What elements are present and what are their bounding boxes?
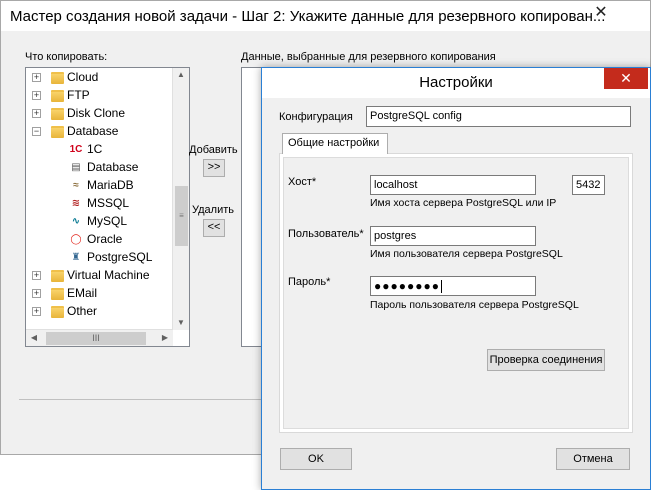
tree-item-label: MSSQL xyxy=(87,196,130,210)
config-input[interactable]: PostgreSQL config xyxy=(366,106,631,127)
password-input[interactable]: ●●●●●●●● xyxy=(370,276,536,296)
user-hint: Имя пользователя сервера PostgreSQL xyxy=(370,248,563,260)
scroll-down-icon[interactable]: ▼ xyxy=(174,316,188,330)
expand-icon[interactable]: + xyxy=(32,73,41,82)
mssql-icon: ≋ xyxy=(71,198,81,209)
wizard-title: Мастер создания новой задачи - Шаг 2: Ук… xyxy=(10,8,606,25)
dialog-close-icon[interactable]: ✕ xyxy=(604,68,648,89)
host-hint: Имя хоста сервера PostgreSQL или IP xyxy=(370,197,557,209)
scroll-left-icon[interactable]: ◀ xyxy=(27,331,41,345)
remove-button[interactable]: << xyxy=(203,219,225,237)
expand-icon[interactable]: + xyxy=(32,289,41,298)
expand-icon[interactable]: + xyxy=(32,271,41,280)
wizard-close-icon[interactable]: ✕ xyxy=(590,3,612,23)
folder-icon xyxy=(51,306,64,318)
general-settings-content: Хост* localhost 5432 Имя хоста сервера P… xyxy=(283,157,629,429)
general-settings-panel: Хост* localhost 5432 Имя хоста сервера P… xyxy=(279,153,633,433)
mariadb-icon: ≈ xyxy=(73,180,79,191)
tree-item-label: 1C xyxy=(87,142,103,156)
ok-button[interactable]: OK xyxy=(280,448,352,470)
folder-icon xyxy=(51,288,64,300)
tree-item-label: Database xyxy=(87,160,139,174)
folder-icon xyxy=(51,270,64,282)
folder-icon xyxy=(51,108,64,120)
tree-item-label: Database xyxy=(67,124,119,138)
oracle-icon: ◯ xyxy=(70,234,82,245)
source-tree[interactable]: + Cloud + FTP + Disk Clone − Database 1С 1C ▤ Datab… xyxy=(25,67,190,347)
tree-item-label: EMail xyxy=(67,286,98,300)
tree-horizontal-scrollbar[interactable]: ◀ III ▶ xyxy=(26,329,173,346)
tree-item-label: Cloud xyxy=(67,70,99,84)
collapse-icon[interactable]: − xyxy=(32,127,41,136)
wizard-title-bar: Мастер создания новой задачи - Шаг 2: Ук… xyxy=(1,1,650,31)
user-input[interactable]: postgres xyxy=(370,226,536,246)
scroll-up-icon[interactable]: ▲ xyxy=(174,68,188,82)
text-caret xyxy=(440,280,442,294)
folder-icon xyxy=(51,90,64,102)
host-input[interactable]: localhost xyxy=(370,175,536,195)
tree-item-label: MariaDB xyxy=(87,178,134,192)
mysql-icon: ∿ xyxy=(71,216,81,227)
tree-item-label: MySQL xyxy=(87,214,128,228)
config-label: Конфигурация xyxy=(279,111,353,123)
expand-icon[interactable]: + xyxy=(32,109,41,118)
folder-icon xyxy=(51,72,64,84)
password-hint: Пароль пользователя сервера PostgreSQL xyxy=(370,299,579,311)
tree-item-label: Oracle xyxy=(87,232,123,246)
scroll-right-icon[interactable]: ▶ xyxy=(158,331,172,345)
postgresql-icon: ♜ xyxy=(71,252,81,263)
remove-label: Удалить xyxy=(192,204,234,216)
tree-item-label: FTP xyxy=(67,88,90,102)
wizard-separator xyxy=(19,399,269,400)
1c-icon: 1С xyxy=(69,144,83,155)
settings-dialog: Настройки ✕ Конфигурация PostgreSQL conf… xyxy=(261,67,651,490)
cancel-button[interactable]: Отмена xyxy=(556,448,630,470)
dialog-title-bar: Настройки ✕ xyxy=(262,68,650,98)
tree-vertical-scrollbar[interactable]: ▲ ≡ ▼ xyxy=(172,68,189,330)
test-connection-button[interactable]: Проверка соединения xyxy=(487,349,605,371)
tab-general-settings[interactable]: Общие настройки xyxy=(282,133,388,154)
expand-icon[interactable]: + xyxy=(32,307,41,316)
database-icon: ▤ xyxy=(71,162,81,173)
folder-icon xyxy=(51,126,64,138)
tree-item-label: PostgreSQL xyxy=(87,250,153,264)
port-input[interactable]: 5432 xyxy=(572,175,605,195)
password-label: Пароль* xyxy=(288,276,331,288)
source-label: Что копировать: xyxy=(25,51,108,63)
user-label: Пользователь* xyxy=(288,228,364,240)
expand-icon[interactable]: + xyxy=(32,91,41,100)
tree-item-label: Other xyxy=(67,304,98,318)
host-label: Хост* xyxy=(288,176,317,188)
tree-vertical-scroll-thumb[interactable]: ≡ xyxy=(175,186,188,246)
selected-label: Данные, выбранные для резервного копиров… xyxy=(241,51,496,63)
add-label: Добавить xyxy=(189,144,238,156)
tree-horizontal-scroll-thumb[interactable]: III xyxy=(46,332,146,345)
tree-item-label: Disk Clone xyxy=(67,106,126,120)
add-button[interactable]: >> xyxy=(203,159,225,177)
tree-item-label: Virtual Machine xyxy=(67,268,150,282)
dialog-title: Настройки xyxy=(419,74,493,91)
password-mask: ●●●●●●●● xyxy=(374,279,440,293)
